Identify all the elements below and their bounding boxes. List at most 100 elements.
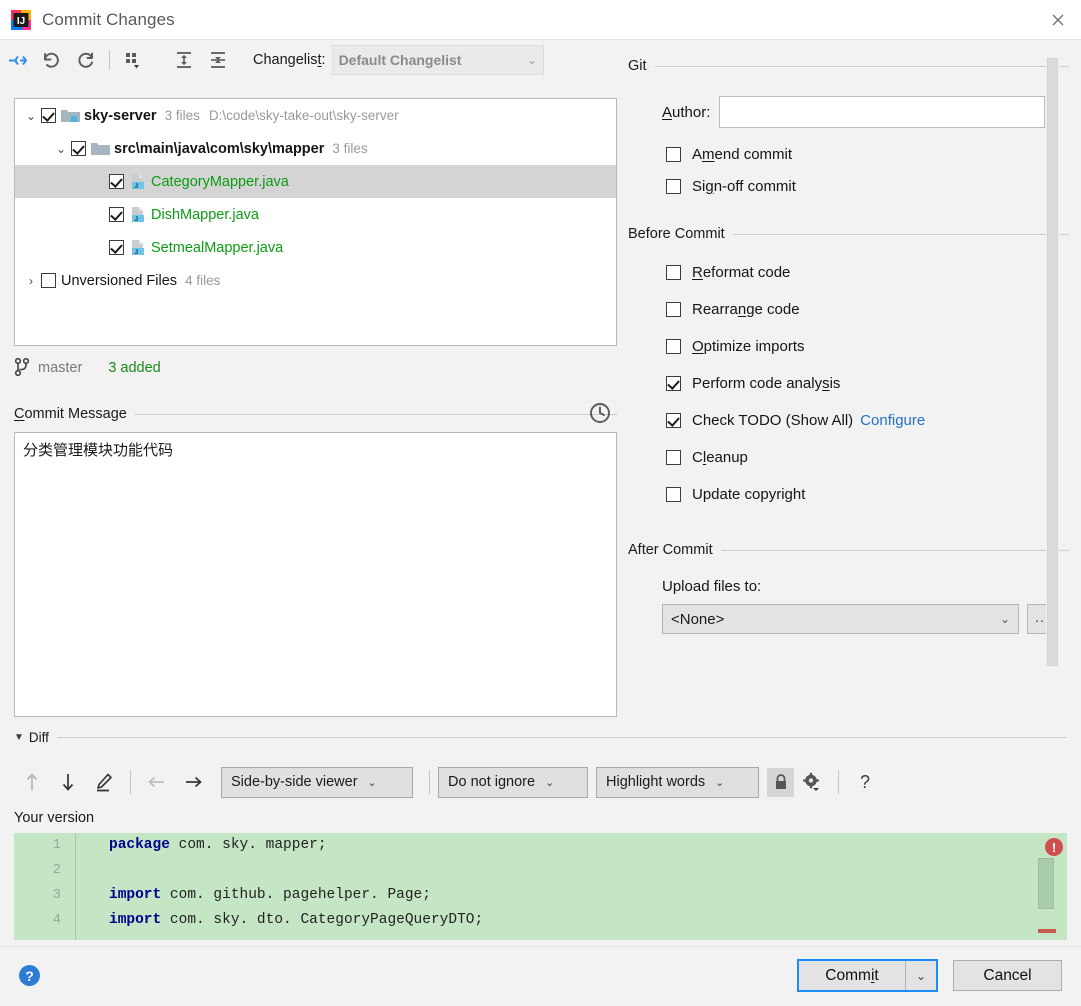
reformat-code-checkbox[interactable]: Reformat code — [628, 256, 1069, 288]
collapse-all-icon[interactable] — [201, 45, 235, 75]
diff-viewer[interactable]: 1 2 3 4 package com. sky. mapper; import… — [14, 833, 1067, 940]
reformat-code-label: Reformat code — [692, 264, 790, 281]
tree-row[interactable]: ⌄ sky-server 3 files D:\code\sky-take-ou… — [15, 99, 616, 132]
toolbar-divider — [838, 770, 839, 794]
update-copyright-checkbox[interactable]: Update copyright — [628, 478, 1069, 510]
diff-scrollbar-thumb[interactable] — [1038, 858, 1054, 909]
before-commit-section-label: Before Commit — [628, 226, 725, 242]
code-line — [77, 858, 1067, 883]
tree-node-meta: 3 files — [165, 108, 200, 123]
checkbox-box[interactable] — [666, 302, 681, 317]
tree-checkbox[interactable] — [109, 174, 124, 189]
tree-checkbox[interactable] — [41, 273, 56, 288]
tree-checkbox[interactable] — [41, 108, 56, 123]
chevron-down-icon[interactable]: ⌄ — [906, 961, 936, 990]
git-section-label: Git — [628, 58, 647, 74]
help-icon[interactable]: ? — [19, 965, 40, 986]
commit-message-section-header: Commit Message — [14, 403, 617, 425]
cleanup-checkbox[interactable]: Cleanup — [628, 441, 1069, 473]
rearrange-code-checkbox[interactable]: Rearrange code — [628, 293, 1069, 325]
checkbox-box[interactable] — [666, 265, 681, 280]
upload-target-value: <None> — [671, 611, 724, 628]
chevron-down-icon[interactable]: ⌄ — [21, 109, 41, 123]
arrow-down-icon[interactable] — [50, 767, 86, 797]
changed-files-tree[interactable]: ⌄ sky-server 3 files D:\code\sky-take-ou… — [14, 98, 617, 346]
sign-off-commit-checkbox[interactable]: Sign-off commit — [628, 170, 1069, 202]
tree-row[interactable]: J SetmealMapper.java — [15, 231, 616, 264]
chevron-down-icon: ⌄ — [715, 776, 724, 789]
chevron-down-icon: ⌄ — [368, 776, 377, 789]
checkbox-box[interactable] — [666, 147, 681, 162]
clock-history-icon[interactable] — [588, 401, 612, 425]
options-scrollbar[interactable] — [1046, 58, 1059, 668]
commit-button[interactable]: Commit — [799, 961, 905, 990]
close-icon[interactable] — [1035, 0, 1081, 40]
configure-link[interactable]: Configure — [860, 412, 925, 429]
commit-button-group[interactable]: Commit ⌄ — [797, 959, 938, 992]
checkbox-box[interactable] — [666, 179, 681, 194]
chevron-right-icon[interactable]: › — [21, 274, 41, 288]
before-commit-section-header: Before Commit — [628, 226, 1069, 242]
tree-checkbox[interactable] — [109, 207, 124, 222]
help-icon[interactable]: ? — [847, 767, 883, 797]
code-keyword: import — [109, 912, 161, 928]
highlight-mode-dropdown[interactable]: Highlight words ⌄ — [596, 767, 759, 798]
module-folder-icon — [61, 108, 80, 123]
error-badge-icon[interactable]: ! — [1045, 838, 1063, 856]
update-copyright-label: Update copyright — [692, 486, 805, 503]
arrow-up-icon[interactable] — [14, 767, 50, 797]
arrow-right-icon[interactable] — [175, 767, 211, 797]
tree-node-name: sky-server — [84, 108, 157, 124]
ignore-mode-dropdown[interactable]: Do not ignore ⌄ — [438, 767, 588, 798]
tree-row[interactable]: ⌄ src\main\java\com\sky\mapper 3 files — [15, 132, 616, 165]
refresh-icon[interactable] — [68, 45, 102, 75]
expand-all-icon[interactable] — [167, 45, 201, 75]
cancel-button[interactable]: Cancel — [953, 960, 1062, 991]
scrollbar-thumb[interactable] — [1047, 58, 1058, 666]
diff-section-header[interactable]: ▼ Diff — [14, 727, 1067, 747]
error-marker[interactable] — [1038, 929, 1056, 933]
author-field[interactable] — [719, 96, 1045, 128]
tree-node-name: DishMapper.java — [151, 207, 259, 223]
diff-toolbar: Side-by-side viewer ⌄ Do not ignore ⌄ Hi… — [14, 762, 1067, 802]
checkbox-box[interactable] — [666, 450, 681, 465]
arrow-left-icon[interactable] — [139, 767, 175, 797]
tree-checkbox[interactable] — [109, 240, 124, 255]
commit-message-label: Commit Message — [14, 406, 127, 422]
changelist-dropdown[interactable]: Default Changelist ⌄ — [332, 45, 544, 75]
checkbox-box[interactable] — [666, 413, 681, 428]
triangle-down-icon[interactable]: ▼ — [14, 732, 24, 743]
chevron-down-icon[interactable]: ⌄ — [51, 142, 71, 156]
amend-commit-checkbox[interactable]: Amend commit — [628, 138, 1069, 170]
line-number: 2 — [14, 858, 75, 883]
ignore-mode-value: Do not ignore — [448, 774, 535, 790]
tree-checkbox[interactable] — [71, 141, 86, 156]
chevron-down-icon: ⌄ — [527, 54, 536, 67]
toolbar-divider — [109, 50, 110, 70]
commit-message-input[interactable]: 分类管理模块功能代码 — [14, 432, 617, 717]
gear-icon[interactable] — [794, 767, 830, 797]
diff-code-column[interactable]: package com. sky. mapper; import com. gi… — [77, 833, 1067, 940]
perform-code-analysis-checkbox[interactable]: Perform code analysis — [628, 367, 1069, 399]
git-section-header: Git — [628, 58, 1069, 74]
viewer-mode-dropdown[interactable]: Side-by-side viewer ⌄ — [221, 767, 413, 798]
checkbox-box[interactable] — [666, 487, 681, 502]
code-text: com. sky. mapper; — [170, 837, 327, 853]
move-to-another-changelist-icon[interactable] — [0, 45, 34, 75]
checkbox-box[interactable] — [666, 339, 681, 354]
tree-row[interactable]: J DishMapper.java — [15, 198, 616, 231]
amend-commit-label: Amend commit — [692, 146, 792, 163]
tree-row[interactable]: › Unversioned Files 4 files — [15, 264, 616, 297]
group-by-icon[interactable] — [117, 45, 151, 75]
lock-icon[interactable] — [767, 768, 794, 797]
checkbox-box[interactable] — [666, 376, 681, 391]
branch-status-bar: master 3 added — [14, 354, 617, 382]
commit-changes-dialog: IJ Commit Changes — [0, 0, 1081, 1006]
upload-target-dropdown[interactable]: <None> ⌄ — [662, 604, 1019, 634]
section-divider — [57, 737, 1067, 738]
check-todo-checkbox[interactable]: Check TODO (Show All) Configure — [628, 404, 1069, 436]
optimize-imports-checkbox[interactable]: Optimize imports — [628, 330, 1069, 362]
rollback-icon[interactable] — [34, 45, 68, 75]
tree-row[interactable]: J CategoryMapper.java — [15, 165, 616, 198]
pencil-edit-icon[interactable] — [86, 767, 122, 797]
